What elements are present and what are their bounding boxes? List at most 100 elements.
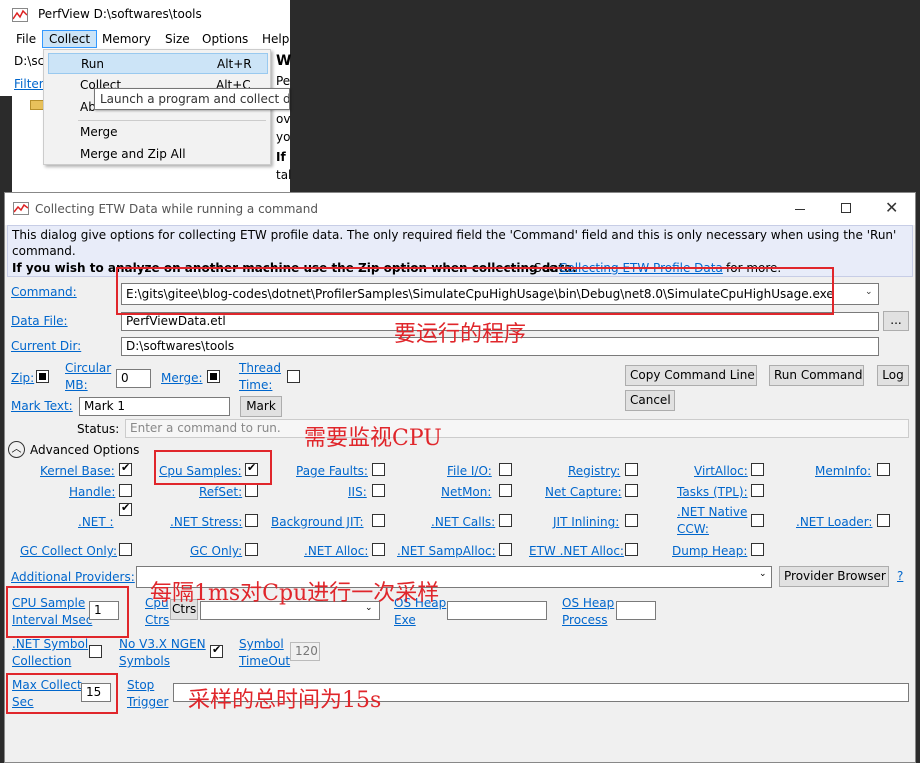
provider-browser-button[interactable]: Provider Browser [779, 566, 889, 587]
dotnet-sampalloc-label[interactable]: .NET SampAlloc: [397, 544, 496, 558]
thread-time-label-1[interactable]: Thread [239, 361, 281, 375]
thread-time-checkbox[interactable] [287, 370, 300, 383]
dotnet-native-ccw-checkbox[interactable] [751, 514, 764, 527]
merge-checkbox[interactable] [207, 370, 220, 383]
osheap-process-label-2[interactable]: Process [562, 613, 608, 627]
dotnet-label[interactable]: .NET : [78, 515, 114, 529]
file-io-checkbox[interactable] [499, 463, 512, 476]
no-v3x-ngen-label-1[interactable]: No V3.X NGEN [119, 637, 206, 651]
netmon-label[interactable]: NetMon: [441, 485, 491, 499]
no-v3x-ngen-label-2[interactable]: Symbols [119, 654, 170, 668]
browse-button[interactable]: ... [883, 311, 909, 331]
kernel-base-checkbox[interactable] [119, 461, 132, 476]
mark-button[interactable]: Mark [240, 396, 282, 417]
dotnet-native-label-2[interactable]: CCW: [677, 522, 709, 536]
zip-label[interactable]: Zip: [11, 371, 34, 385]
command-label[interactable]: Command: [11, 285, 77, 299]
additional-providers-label[interactable]: Additional Providers: [11, 570, 135, 584]
merge-label[interactable]: Merge: [161, 371, 203, 385]
dotnet-loader-checkbox[interactable] [877, 514, 890, 527]
osheap-exe-label-2[interactable]: Exe [394, 613, 416, 627]
refset-checkbox[interactable] [245, 484, 258, 497]
help-link[interactable]: ? [897, 569, 903, 583]
run-command-button[interactable]: Run Command [769, 365, 864, 386]
background-jit-label[interactable]: Background JIT: [271, 515, 364, 529]
advanced-collapse-icon[interactable]: ︿ [8, 441, 25, 458]
curdir-label[interactable]: Current Dir: [11, 339, 81, 353]
dotnet-sampalloc-checkbox[interactable] [499, 543, 512, 556]
jit-inlining-checkbox[interactable] [625, 514, 638, 527]
menu-item-merge-zip[interactable]: Merge and Zip All [48, 144, 268, 164]
net-capture-label[interactable]: Net Capture: [545, 485, 622, 499]
iis-label[interactable]: IIS: [348, 485, 367, 499]
cpu-ctrs-label-2[interactable]: Ctrs [145, 613, 169, 627]
no-v3x-ngen-checkbox[interactable] [210, 643, 223, 658]
meminfo-label[interactable]: MemInfo: [815, 464, 871, 478]
thread-time-label-2[interactable]: Time: [239, 378, 272, 392]
marktext-label[interactable]: Mark Text: [11, 399, 73, 413]
refset-label[interactable]: RefSet: [199, 485, 242, 499]
file-io-label[interactable]: File I/O: [447, 464, 492, 478]
virtalloc-checkbox[interactable] [751, 463, 764, 476]
maximize-icon[interactable] [841, 203, 851, 213]
menu-item-merge[interactable]: Merge [48, 122, 268, 142]
dump-heap-checkbox[interactable] [751, 543, 764, 556]
copy-command-line-button[interactable]: Copy Command Line [625, 365, 757, 386]
zip-checkbox[interactable] [36, 370, 49, 383]
dotnet-alloc-checkbox[interactable] [372, 543, 385, 556]
osheap-process-input[interactable] [616, 601, 656, 620]
netmon-checkbox[interactable] [499, 484, 512, 497]
datafile-label[interactable]: Data File: [11, 314, 68, 328]
registry-label[interactable]: Registry: [568, 464, 620, 478]
etw-dotnet-alloc-label[interactable]: ETW .NET Alloc: [529, 544, 624, 558]
handle-label[interactable]: Handle: [69, 485, 115, 499]
etw-dotnet-alloc-checkbox[interactable] [625, 543, 638, 556]
dump-heap-label[interactable]: Dump Heap: [672, 544, 747, 558]
dotnet-calls-checkbox[interactable] [499, 514, 512, 527]
dotnet-symbol-checkbox[interactable] [89, 645, 102, 658]
osheap-exe-input[interactable] [447, 601, 547, 620]
minimize-icon[interactable] [795, 209, 805, 210]
dotnet-stress-checkbox[interactable] [245, 514, 258, 527]
dotnet-symbol-label-2[interactable]: Collection [12, 654, 71, 668]
osheap-process-label-1[interactable]: OS Heap [562, 596, 614, 610]
symbol-timeout-label-1[interactable]: Symbol [239, 637, 284, 651]
symbol-timeout-label-2[interactable]: TimeOut [239, 654, 290, 668]
dotnet-symbol-label-1[interactable]: .NET Symbol [12, 637, 88, 651]
gc-only-label[interactable]: GC Only: [190, 544, 242, 558]
dotnet-alloc-label[interactable]: .NET Alloc: [304, 544, 368, 558]
circular-label-1[interactable]: Circular [65, 361, 111, 375]
iis-checkbox[interactable] [372, 484, 385, 497]
menu-size[interactable]: Size [165, 32, 190, 46]
marktext-input[interactable]: Mark 1 [79, 397, 230, 416]
circular-label-2[interactable]: MB: [65, 378, 88, 392]
dotnet-stress-label[interactable]: .NET Stress: [170, 515, 242, 529]
menu-help[interactable]: Help [262, 32, 289, 46]
handle-checkbox[interactable] [119, 484, 132, 497]
kernel-base-label[interactable]: Kernel Base: [40, 464, 115, 478]
stop-trigger-label-2[interactable]: Trigger [127, 695, 168, 709]
gc-collect-only-label[interactable]: GC Collect Only: [20, 544, 117, 558]
net-capture-checkbox[interactable] [625, 484, 638, 497]
close-icon[interactable]: ✕ [885, 198, 898, 217]
gc-collect-only-checkbox[interactable] [119, 543, 132, 556]
dotnet-loader-label[interactable]: .NET Loader: [796, 515, 872, 529]
menu-file[interactable]: File [16, 32, 36, 46]
background-jit-checkbox[interactable] [372, 514, 385, 527]
virtalloc-label[interactable]: VirtAlloc: [694, 464, 748, 478]
providers-dropdown-icon[interactable]: ⌄ [759, 569, 767, 579]
page-faults-label[interactable]: Page Faults: [296, 464, 368, 478]
dotnet-calls-label[interactable]: .NET Calls: [431, 515, 495, 529]
stop-trigger-label-1[interactable]: Stop [127, 678, 154, 692]
tasks-tpl-checkbox[interactable] [751, 484, 764, 497]
page-faults-checkbox[interactable] [372, 463, 385, 476]
gc-only-checkbox[interactable] [245, 543, 258, 556]
menu-collect[interactable]: Collect [42, 30, 98, 48]
menu-memory[interactable]: Memory [102, 32, 151, 46]
registry-checkbox[interactable] [625, 463, 638, 476]
jit-inlining-label[interactable]: JIT Inlining: [553, 515, 619, 529]
meminfo-checkbox[interactable] [877, 463, 890, 476]
circular-input[interactable]: 0 [116, 369, 151, 388]
menu-item-run[interactable]: Run Alt+R [48, 53, 268, 74]
tasks-tpl-label[interactable]: Tasks (TPL): [677, 485, 748, 499]
